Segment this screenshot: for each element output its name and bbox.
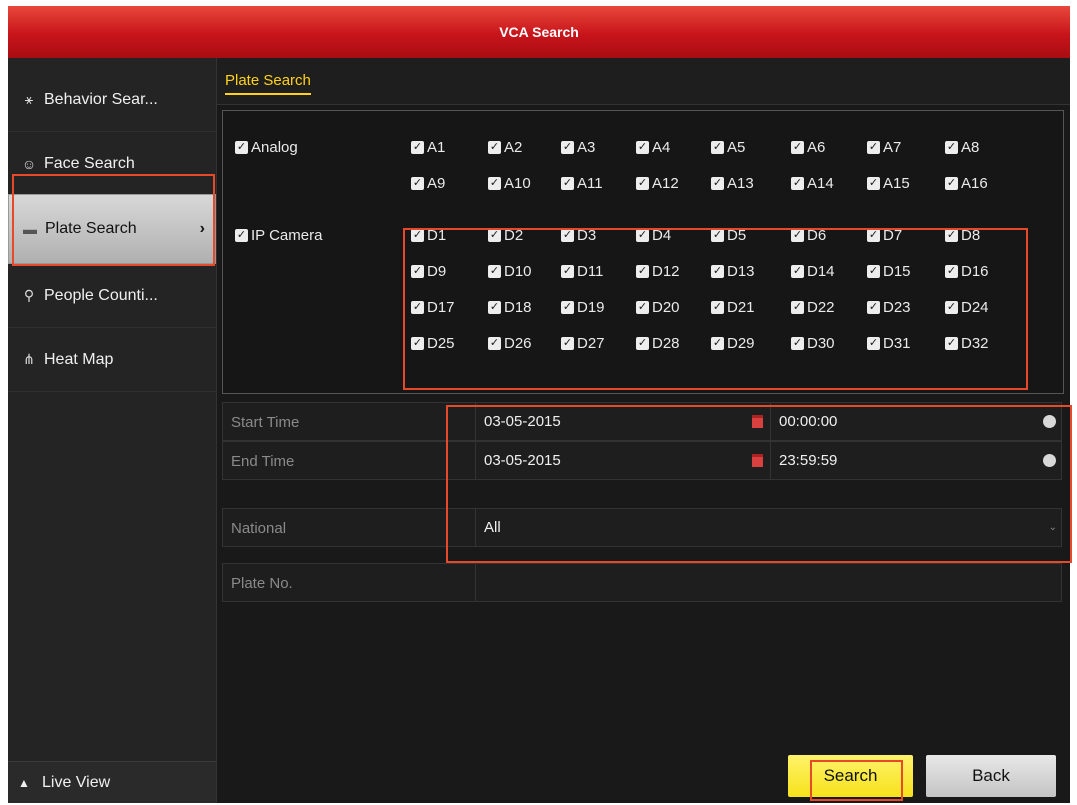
sidebar-item-label: People Counti... bbox=[44, 286, 158, 304]
channel-label: A7 bbox=[883, 139, 902, 156]
checkbox-icon: ✓ bbox=[411, 177, 424, 190]
channel-checkbox-a4[interactable]: ✓ A4 bbox=[636, 139, 670, 156]
channel-checkbox-a16[interactable]: ✓ A16 bbox=[945, 175, 988, 192]
sidebar: ⚹ Behavior Sear... ☺ Face Search ▬ Plate… bbox=[8, 58, 217, 803]
channel-label: A3 bbox=[577, 139, 596, 156]
channel-label: A15 bbox=[883, 175, 910, 192]
plate-no-label: Plate No. bbox=[231, 575, 293, 592]
channel-label: A6 bbox=[807, 139, 826, 156]
channel-checkbox-a9[interactable]: ✓ A9 bbox=[411, 175, 445, 192]
tab-plate-search[interactable]: Plate Search bbox=[225, 72, 311, 95]
checkbox-icon: ✓ bbox=[791, 141, 804, 154]
sidebar-item-label: Behavior Sear... bbox=[44, 90, 158, 108]
checkbox-icon: ✓ bbox=[945, 177, 958, 190]
channel-label: A11 bbox=[577, 175, 603, 192]
checkbox-icon: ✓ bbox=[561, 177, 574, 190]
home-icon: ▲ bbox=[18, 775, 30, 790]
live-view-button[interactable]: ▲ Live View bbox=[8, 761, 216, 803]
checkbox-icon: ✓ bbox=[235, 229, 248, 242]
sidebar-item-label: Heat Map bbox=[44, 350, 114, 368]
channel-label: A9 bbox=[427, 175, 446, 192]
plate-no-input[interactable] bbox=[475, 564, 1061, 601]
checkbox-icon: ✓ bbox=[488, 141, 501, 154]
live-view-label: Live View bbox=[42, 773, 111, 791]
annotation-box-search bbox=[810, 760, 903, 801]
ip-camera-checkbox[interactable]: ✓ IP Camera bbox=[235, 227, 322, 244]
people-icon: ⚲ bbox=[23, 287, 35, 303]
channel-label: A14 bbox=[807, 175, 834, 192]
channel-label: A1 bbox=[427, 139, 446, 156]
start-time-label: Start Time bbox=[231, 414, 300, 431]
channel-checkbox-a3[interactable]: ✓ A3 bbox=[561, 139, 595, 156]
sidebar-item-heat-map[interactable]: ⋔ Heat Map bbox=[8, 328, 216, 392]
running-person-icon: ⚹ bbox=[24, 91, 34, 107]
checkbox-icon: ✓ bbox=[411, 141, 424, 154]
channel-label: A8 bbox=[961, 139, 980, 156]
channel-checkbox-a14[interactable]: ✓ A14 bbox=[791, 175, 834, 192]
plate-no-row: Plate No. bbox=[222, 563, 1062, 602]
annotation-box-filters bbox=[446, 405, 1072, 563]
checkbox-icon: ✓ bbox=[711, 141, 724, 154]
sidebar-item-behavior-search[interactable]: ⚹ Behavior Sear... bbox=[8, 68, 216, 132]
checkbox-icon: ✓ bbox=[235, 141, 248, 154]
channel-label: A4 bbox=[652, 139, 671, 156]
channel-checkbox-a2[interactable]: ✓ A2 bbox=[488, 139, 522, 156]
channel-checkbox-a8[interactable]: ✓ A8 bbox=[945, 139, 979, 156]
checkbox-icon: ✓ bbox=[711, 177, 724, 190]
channel-label: A10 bbox=[504, 175, 531, 192]
channel-checkbox-a11[interactable]: ✓ A11 bbox=[561, 175, 603, 192]
channel-checkbox-a12[interactable]: ✓ A12 bbox=[636, 175, 679, 192]
checkbox-icon: ✓ bbox=[561, 141, 574, 154]
channel-checkbox-a7[interactable]: ✓ A7 bbox=[867, 139, 901, 156]
end-time-label: End Time bbox=[231, 453, 295, 470]
channel-checkbox-a1[interactable]: ✓ A1 bbox=[411, 139, 445, 156]
ip-camera-label: IP Camera bbox=[251, 227, 323, 244]
checkbox-icon: ✓ bbox=[636, 141, 649, 154]
annotation-box-ip-channels bbox=[403, 228, 1028, 390]
channel-checkbox-a10[interactable]: ✓ A10 bbox=[488, 175, 531, 192]
window-title: VCA Search bbox=[8, 6, 1070, 58]
heat-map-icon: ⋔ bbox=[23, 351, 35, 367]
face-icon: ☺ bbox=[21, 155, 37, 172]
tab-bar: Plate Search bbox=[217, 58, 1070, 105]
sidebar-item-label: Face Search bbox=[44, 154, 135, 172]
checkbox-icon: ✓ bbox=[636, 177, 649, 190]
channel-label: A5 bbox=[727, 139, 746, 156]
checkbox-icon: ✓ bbox=[945, 141, 958, 154]
channel-label: A16 bbox=[961, 175, 988, 192]
analog-checkbox[interactable]: ✓ Analog bbox=[235, 139, 298, 156]
channel-checkbox-a13[interactable]: ✓ A13 bbox=[711, 175, 754, 192]
checkbox-icon: ✓ bbox=[867, 177, 880, 190]
channel-label: A2 bbox=[504, 139, 523, 156]
national-label: National bbox=[231, 520, 287, 537]
back-button[interactable]: Back bbox=[926, 755, 1056, 797]
analog-label: Analog bbox=[251, 139, 298, 156]
channel-checkbox-a6[interactable]: ✓ A6 bbox=[791, 139, 825, 156]
checkbox-icon: ✓ bbox=[867, 141, 880, 154]
channel-checkbox-a5[interactable]: ✓ A5 bbox=[711, 139, 745, 156]
sidebar-item-people-counting[interactable]: ⚲ People Counti... bbox=[8, 264, 216, 328]
checkbox-icon: ✓ bbox=[791, 177, 804, 190]
channel-label: A13 bbox=[727, 175, 754, 192]
channel-checkbox-a15[interactable]: ✓ A15 bbox=[867, 175, 910, 192]
annotation-box-sidebar bbox=[12, 174, 215, 266]
channel-label: A12 bbox=[652, 175, 679, 192]
checkbox-icon: ✓ bbox=[488, 177, 501, 190]
